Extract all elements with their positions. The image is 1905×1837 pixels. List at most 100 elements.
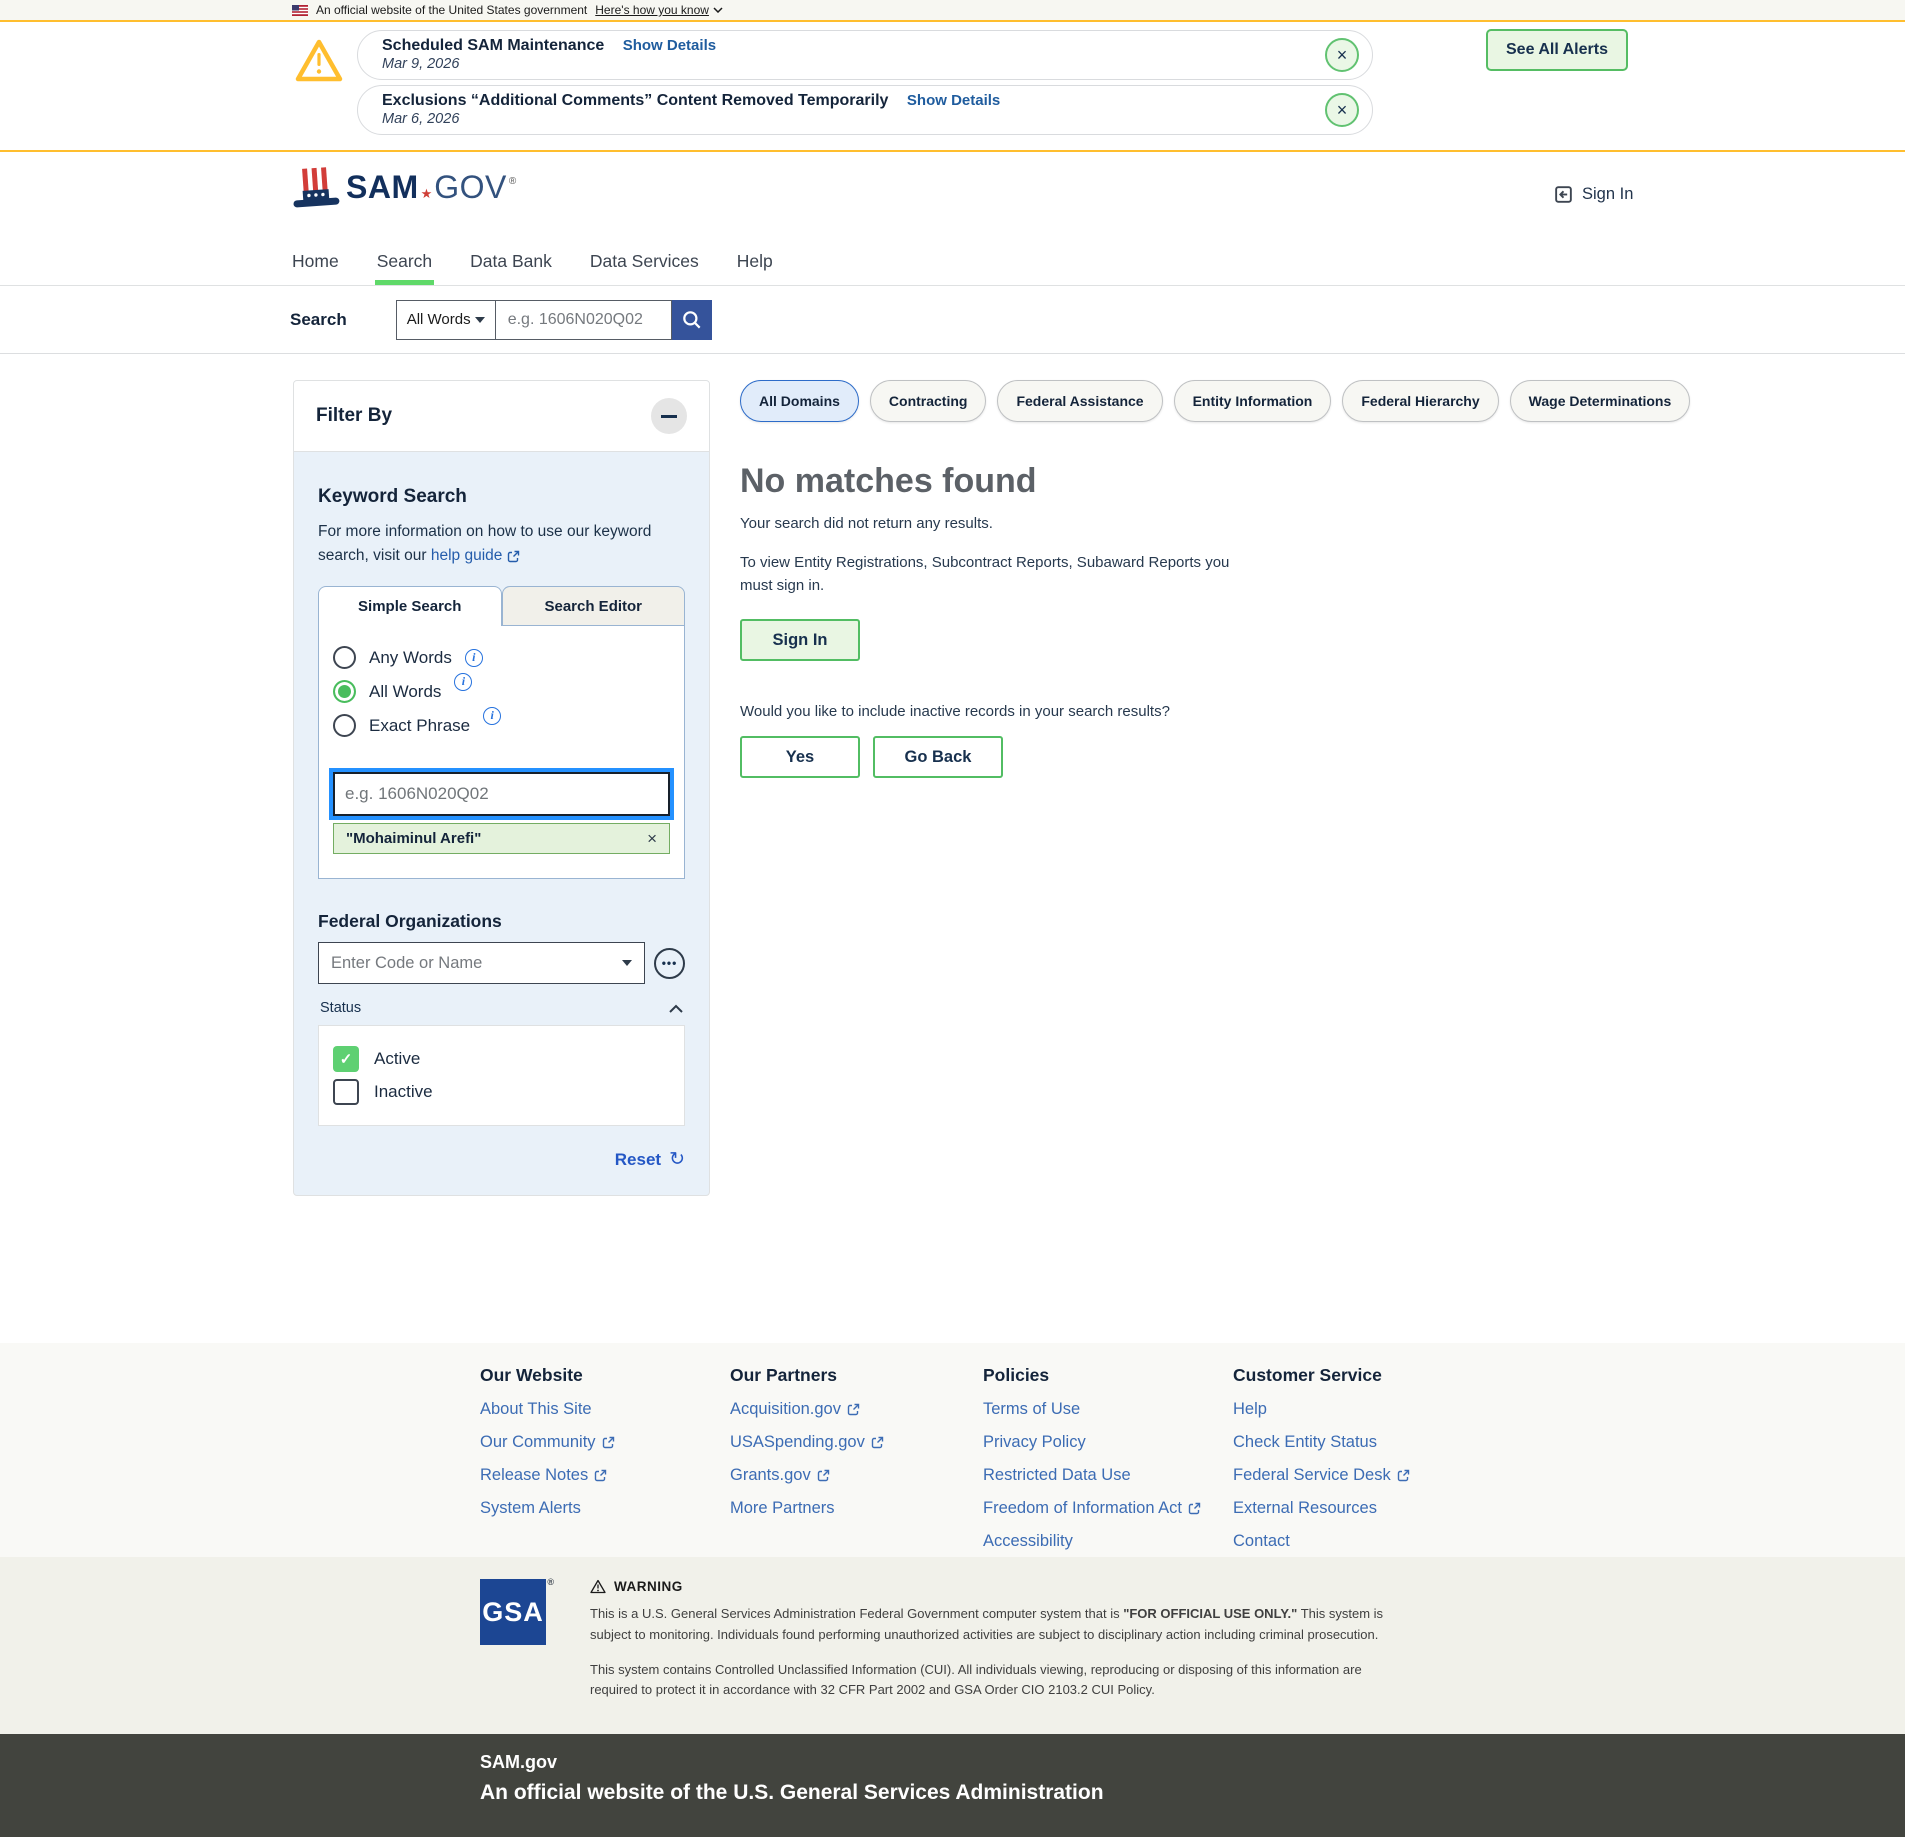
more-options-button[interactable]: ••• xyxy=(654,948,685,979)
yes-button[interactable]: Yes xyxy=(740,736,860,778)
tab-search-editor[interactable]: Search Editor xyxy=(502,586,686,626)
footer-link-external-resources[interactable]: External Resources xyxy=(1233,1499,1483,1518)
logo-gov-text: GOV xyxy=(434,169,507,206)
federal-organizations-heading: Federal Organizations xyxy=(318,911,685,932)
footer-link-acquisition-gov[interactable]: Acquisition.gov xyxy=(730,1400,983,1419)
footer-link-usaspending-gov[interactable]: USASpending.gov xyxy=(730,1433,983,1452)
alert-close-button[interactable]: × xyxy=(1325,93,1359,127)
all-words-radio[interactable] xyxy=(333,680,356,703)
footer-link-foia[interactable]: Freedom of Information Act xyxy=(983,1499,1233,1518)
domain-pill-entity-information[interactable]: Entity Information xyxy=(1174,380,1332,422)
any-words-label: Any Words xyxy=(369,648,452,668)
warning-heading: WARNING xyxy=(590,1579,1390,1594)
keyword-input[interactable] xyxy=(333,772,670,816)
logo-star-icon: ★ xyxy=(421,186,433,202)
top-hat-icon xyxy=(290,166,342,212)
footer-link-system-alerts[interactable]: System Alerts xyxy=(480,1499,730,1518)
alert-close-button[interactable]: × xyxy=(1325,38,1359,72)
logo-sam-text: SAM xyxy=(346,169,419,206)
footer-link-restricted-data-use[interactable]: Restricted Data Use xyxy=(983,1466,1233,1485)
keyword-chip-label: "Mohaiminul Arefi" xyxy=(346,830,481,847)
info-icon[interactable]: i xyxy=(454,673,472,691)
external-link-icon xyxy=(594,1469,607,1482)
go-back-button[interactable]: Go Back xyxy=(873,736,1003,778)
active-checkbox[interactable]: ✓ xyxy=(333,1046,359,1072)
collapse-filters-button[interactable] xyxy=(651,398,687,434)
gsa-logo: GSA ® xyxy=(480,1579,546,1645)
sam-gov-logo[interactable]: SAM ★ GOV ® xyxy=(290,166,516,212)
footer-link-terms-of-use[interactable]: Terms of Use xyxy=(983,1400,1233,1419)
external-link-icon xyxy=(847,1403,860,1416)
keyword-search-box: Any Words i All Words i Exact Phrase i "… xyxy=(318,626,685,879)
gsa-warning-section: GSA ® WARNING This is a U.S. General Ser… xyxy=(0,1557,1905,1734)
nav-item-home[interactable]: Home xyxy=(290,240,341,285)
refresh-icon: ↻ xyxy=(669,1148,685,1171)
identifier-footer: SAM.gov An official website of the U.S. … xyxy=(0,1734,1905,1837)
info-icon[interactable]: i xyxy=(483,707,501,725)
banner-text: An official website of the United States… xyxy=(316,3,587,17)
domain-pill-federal-assistance[interactable]: Federal Assistance xyxy=(997,380,1162,422)
keyword-search-heading: Keyword Search xyxy=(318,486,685,508)
external-link-icon xyxy=(1188,1502,1201,1515)
sign-in-note: To view Entity Registrations, Subcontrac… xyxy=(740,552,1240,597)
domain-pill-all-domains[interactable]: All Domains xyxy=(740,380,859,422)
external-link-icon xyxy=(817,1469,830,1482)
exact-phrase-radio[interactable] xyxy=(333,714,356,737)
footer-link-help[interactable]: Help xyxy=(1233,1400,1483,1419)
main-nav: Home Search Data Bank Data Services Help xyxy=(0,240,1905,286)
show-details-link[interactable]: Show Details xyxy=(907,92,1000,109)
minus-icon xyxy=(661,415,677,418)
footer-link-our-community[interactable]: Our Community xyxy=(480,1433,730,1452)
warning-paragraph-2: This system contains Controlled Unclassi… xyxy=(590,1660,1390,1702)
nav-item-data-bank[interactable]: Data Bank xyxy=(468,240,554,285)
footer-link-more-partners[interactable]: More Partners xyxy=(730,1499,983,1518)
see-all-alerts-button[interactable]: See All Alerts xyxy=(1486,29,1628,71)
help-guide-link[interactable]: help guide xyxy=(431,544,521,568)
caret-down-icon xyxy=(475,317,485,328)
footer-heading: Customer Service xyxy=(1233,1365,1483,1386)
chip-remove-icon[interactable]: × xyxy=(647,830,657,847)
any-words-radio[interactable] xyxy=(333,646,356,669)
alert-card: Scheduled SAM Maintenance Show Details M… xyxy=(357,30,1373,80)
domain-pill-federal-hierarchy[interactable]: Federal Hierarchy xyxy=(1342,380,1498,422)
alerts-section: Scheduled SAM Maintenance Show Details M… xyxy=(0,22,1905,152)
tab-simple-search[interactable]: Simple Search xyxy=(318,586,502,626)
nav-item-data-services[interactable]: Data Services xyxy=(588,240,701,285)
alert-date: Mar 9, 2026 xyxy=(382,56,1302,72)
search-submit-button[interactable] xyxy=(672,300,712,340)
close-icon: × xyxy=(1337,46,1348,64)
search-input[interactable] xyxy=(496,300,672,340)
search-mode-select[interactable]: All Words xyxy=(396,300,496,340)
footer-link-grants-gov[interactable]: Grants.gov xyxy=(730,1466,983,1485)
nav-item-help[interactable]: Help xyxy=(735,240,775,285)
footer-heading: Our Website xyxy=(480,1365,730,1386)
chevron-up-icon[interactable] xyxy=(669,1004,683,1013)
active-label: Active xyxy=(374,1049,420,1069)
footer-link-privacy-policy[interactable]: Privacy Policy xyxy=(983,1433,1233,1452)
chevron-down-icon xyxy=(713,7,723,13)
keyword-info-text: For more information on how to use our k… xyxy=(318,520,685,568)
all-words-label: All Words xyxy=(369,682,441,702)
show-details-link[interactable]: Show Details xyxy=(623,37,716,54)
reset-filters-link[interactable]: Reset ↻ xyxy=(318,1148,685,1171)
exact-phrase-label: Exact Phrase xyxy=(369,716,470,736)
domain-pill-wage-determinations[interactable]: Wage Determinations xyxy=(1510,380,1691,422)
sign-in-button[interactable]: Sign In xyxy=(740,619,860,661)
footer-link-contact[interactable]: Contact xyxy=(1233,1532,1483,1551)
info-icon[interactable]: i xyxy=(465,649,483,667)
footer-link-accessibility[interactable]: Accessibility xyxy=(983,1532,1233,1551)
federal-org-combobox[interactable]: Enter Code or Name xyxy=(318,942,645,984)
status-label: Status xyxy=(320,1000,361,1016)
sign-in-icon xyxy=(1553,184,1574,205)
nav-item-search[interactable]: Search xyxy=(375,240,434,285)
warning-paragraph-1: This is a U.S. General Services Administ… xyxy=(590,1604,1390,1646)
heres-how-you-know-link[interactable]: Here's how you know xyxy=(595,3,723,17)
footer-link-release-notes[interactable]: Release Notes xyxy=(480,1466,730,1485)
footer-link-about-this-site[interactable]: About This Site xyxy=(480,1400,730,1419)
sign-in-link[interactable]: Sign In xyxy=(1553,184,1633,205)
inactive-records-question: Would you like to include inactive recor… xyxy=(740,703,1590,720)
inactive-checkbox[interactable] xyxy=(333,1079,359,1105)
footer-link-check-entity-status[interactable]: Check Entity Status xyxy=(1233,1433,1483,1452)
footer-link-federal-service-desk[interactable]: Federal Service Desk xyxy=(1233,1466,1483,1485)
domain-pill-contracting[interactable]: Contracting xyxy=(870,380,987,422)
